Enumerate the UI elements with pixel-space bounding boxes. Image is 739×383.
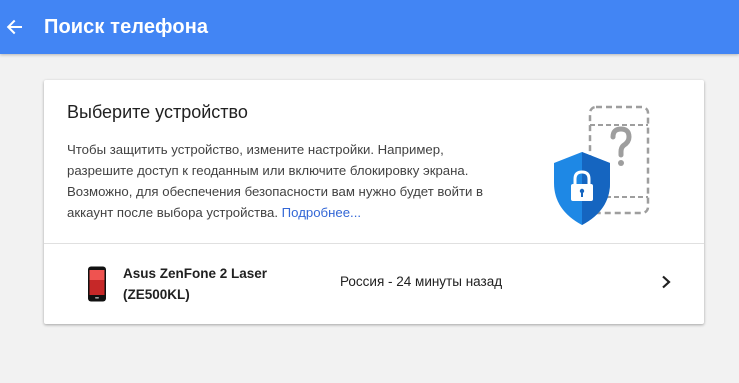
card-title: Выберите устройство	[67, 102, 248, 122]
learn-more-link[interactable]: Подробнее...	[282, 205, 361, 220]
device-list-item[interactable]: Asus ZenFone 2 Laser (ZE500KL) Россия - …	[44, 244, 704, 324]
card-description: Чтобы защитить устройство, измените наст…	[67, 139, 487, 223]
security-illustration	[554, 105, 650, 225]
arrow-back-icon	[6, 19, 22, 35]
description-text: Чтобы защитить устройство, измените наст…	[67, 142, 484, 220]
page-title: Поиск телефона	[44, 16, 209, 38]
device-name: Asus ZenFone 2 Laser (ZE500KL)	[123, 266, 268, 302]
back-button[interactable]	[2, 13, 26, 41]
device-status: Россия - 24 минуты назад	[340, 274, 503, 289]
app-bar: Поиск телефона	[0, 0, 739, 54]
shield-lock-icon	[554, 152, 610, 225]
phone-thumbnail-icon	[88, 266, 106, 302]
device-select-card: Выберите устройство Чтобы защитить устро…	[44, 80, 704, 324]
chevron-right-icon[interactable]	[660, 275, 672, 289]
